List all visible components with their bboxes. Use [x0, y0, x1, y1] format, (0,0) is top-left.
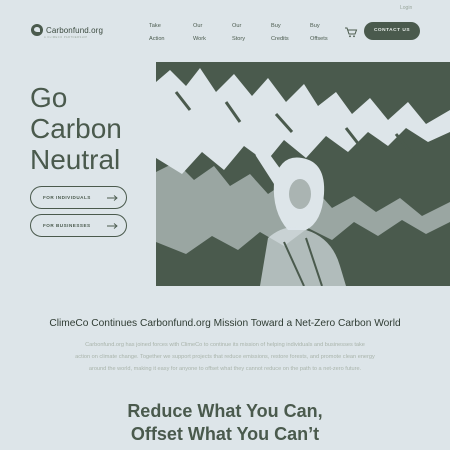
nav-buy-offsets[interactable]: Buy Offsets: [310, 20, 346, 46]
section-heading: Reduce What You Can, Offset What You Can…: [127, 401, 323, 444]
for-individuals-button[interactable]: FOR INDIVIDUALS: [30, 186, 127, 209]
site-header: Carbonfund.org A CLIMECO PARTNERSHIP Log…: [0, 0, 450, 62]
logo-text: Carbonfund.org: [46, 25, 103, 35]
nav-take-action[interactable]: Take Action: [149, 20, 185, 46]
nav-buy-credits[interactable]: Buy Credits: [271, 20, 307, 46]
hero-title: Go Carbon Neutral: [30, 82, 122, 175]
nav-our-work[interactable]: Our Work: [193, 20, 229, 46]
contact-us-button[interactable]: CONTACT US: [364, 22, 420, 40]
hero-photo: [156, 62, 450, 286]
arrow-right-icon: [107, 194, 118, 201]
arrow-right-icon: [107, 222, 118, 229]
logo[interactable]: Carbonfund.org: [31, 24, 103, 36]
cart-icon[interactable]: [344, 26, 358, 38]
nav-our-story[interactable]: Our Story: [232, 20, 268, 46]
news-title: ClimeCo Continues Carbonfund.org Mission…: [49, 318, 401, 329]
login-link[interactable]: Login: [400, 5, 412, 11]
news-body: Carbonfund.org has joined forces with Cl…: [75, 342, 375, 372]
leaf-logo-icon: [31, 24, 43, 36]
for-businesses-button[interactable]: FOR BUSINESSES: [30, 214, 127, 237]
logo-tagline: A CLIMECO PARTNERSHIP: [44, 36, 88, 39]
